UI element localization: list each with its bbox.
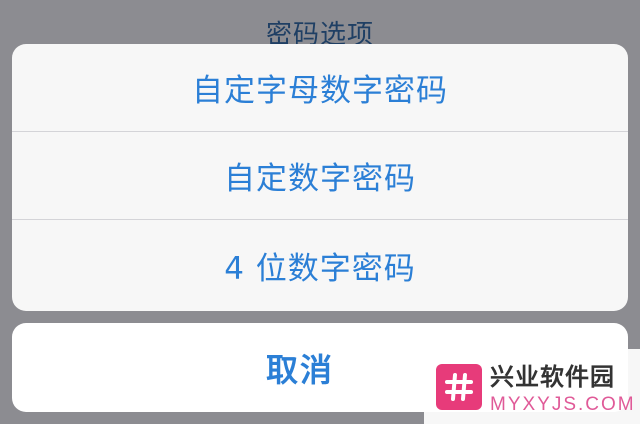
- watermark: 兴业软件园 MYXYJS.COM: [424, 349, 640, 424]
- hash-icon: [436, 363, 482, 410]
- watermark-brand-en: MYXYJS.COM: [490, 394, 636, 415]
- watermark-brand-cn: 兴业软件园: [490, 363, 615, 391]
- watermark-text: 兴业软件园 MYXYJS.COM: [490, 357, 636, 416]
- options-card: 自定字母数字密码 自定数字密码 4 位数字密码: [12, 44, 628, 311]
- option-4-digit[interactable]: 4 位数字密码: [12, 220, 628, 311]
- cancel-label: 取消: [265, 350, 334, 389]
- option-custom-numeric[interactable]: 自定数字密码: [12, 132, 628, 220]
- option-alphanumeric[interactable]: 自定字母数字密码: [12, 44, 628, 132]
